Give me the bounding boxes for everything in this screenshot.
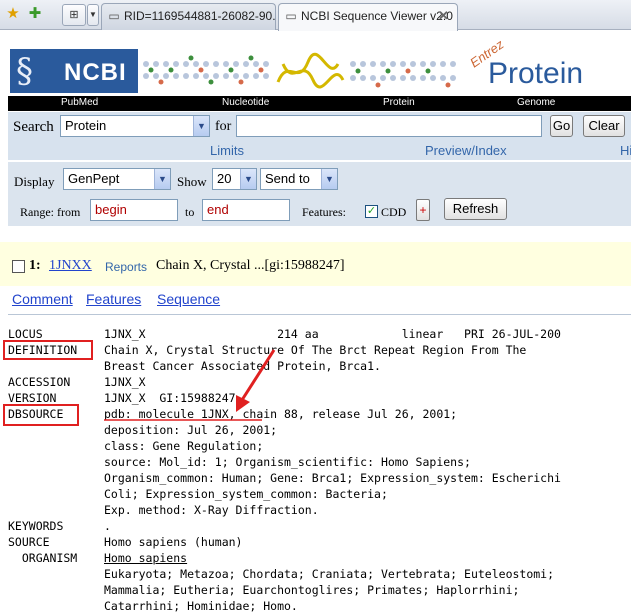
annotation-arrow: [104, 349, 276, 421]
arrow-shaft: [240, 349, 276, 401]
